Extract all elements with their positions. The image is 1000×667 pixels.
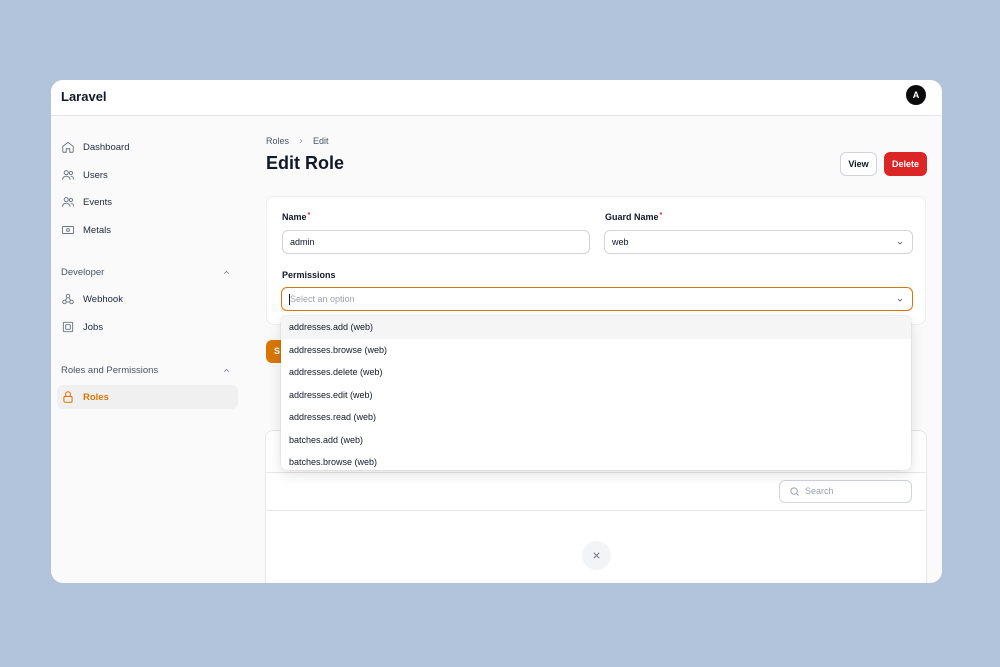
dropdown-option[interactable]: addresses.delete (web) xyxy=(281,361,911,384)
permissions-label: Permissions xyxy=(282,270,336,280)
sidebar-item-label: Jobs xyxy=(83,321,104,333)
dropdown-option[interactable]: addresses.browse (web) xyxy=(281,339,911,362)
cpu-icon xyxy=(61,320,75,334)
avatar[interactable]: A xyxy=(906,85,926,105)
empty-state-icon xyxy=(582,541,611,570)
name-field[interactable]: admin xyxy=(282,230,590,254)
sidebar-item-label: Users xyxy=(83,169,108,181)
dropdown-option[interactable]: addresses.read (web) xyxy=(281,406,911,429)
users-icon xyxy=(61,195,75,209)
permissions-placeholder: Select an option xyxy=(290,294,355,304)
sidebar-item-dashboard[interactable]: Dashboard xyxy=(61,136,129,158)
sidebar-item-users[interactable]: Users xyxy=(61,164,108,186)
nav-group-label: Roles and Permissions xyxy=(61,364,159,376)
chevron-up-icon xyxy=(223,270,230,274)
sidebar-item-label: Roles xyxy=(83,391,109,403)
guard-name-label-text: Guard Name xyxy=(605,212,659,222)
sidebar-item-metals[interactable]: Metals xyxy=(61,219,111,241)
sidebar-item-jobs[interactable]: Jobs xyxy=(61,316,103,338)
name-label-text: Name xyxy=(282,212,307,222)
dropdown-option[interactable]: addresses.add (web) xyxy=(281,316,911,339)
sidebar-item-webhook[interactable]: Webhook xyxy=(61,288,123,310)
chevron-right-icon xyxy=(299,138,303,144)
chevron-down-icon xyxy=(897,241,903,245)
breadcrumb-current: Edit xyxy=(313,136,329,146)
home-icon xyxy=(61,140,75,154)
nav-group-developer[interactable]: Developer xyxy=(61,265,231,279)
app-window: Laravel A Dashboard Users Events Metals … xyxy=(51,80,942,583)
save-button[interactable]: S xyxy=(266,340,282,363)
sidebar-item-label: Dashboard xyxy=(83,141,130,153)
name-value: admin xyxy=(290,237,315,247)
divider xyxy=(265,510,927,511)
breadcrumb-parent[interactable]: Roles xyxy=(266,136,289,146)
sidebar: Dashboard Users Events Metals Developer xyxy=(51,116,251,583)
search-icon xyxy=(790,487,799,496)
dropdown-option[interactable]: addresses.edit (web) xyxy=(281,384,911,407)
lock-icon xyxy=(61,390,75,404)
view-button[interactable]: View xyxy=(840,152,877,176)
sidebar-item-label: Events xyxy=(83,196,113,208)
chevron-down-icon xyxy=(897,298,903,302)
sidebar-item-events[interactable]: Events xyxy=(61,191,112,213)
guard-name-label: Guard Name* xyxy=(605,212,662,222)
sidebar-item-roles[interactable]: Roles xyxy=(61,386,109,408)
divider xyxy=(265,472,927,473)
chevron-up-icon xyxy=(223,368,230,372)
search-placeholder: Search xyxy=(805,486,834,496)
dropdown-option[interactable]: batches.browse (web) xyxy=(281,451,911,470)
users-icon xyxy=(61,168,75,182)
breadcrumb: Roles Edit xyxy=(266,136,329,146)
page-title: Edit Role xyxy=(266,153,345,173)
required-mark: * xyxy=(659,212,663,219)
nav-group-label: Developer xyxy=(61,266,105,278)
top-bar: Laravel A xyxy=(51,80,942,116)
permissions-dropdown: addresses.add (web) addresses.browse (we… xyxy=(281,316,911,470)
webhook-icon xyxy=(61,292,75,306)
close-icon xyxy=(593,552,600,559)
guard-name-value: web xyxy=(612,237,629,247)
dropdown-option[interactable]: batches.add (web) xyxy=(281,429,911,452)
search-input[interactable]: Search xyxy=(779,480,912,503)
permissions-select[interactable]: Select an option xyxy=(281,287,913,311)
guard-name-select[interactable]: web xyxy=(604,230,913,254)
delete-button[interactable]: Delete xyxy=(884,152,927,176)
required-mark: * xyxy=(307,212,311,219)
sidebar-item-label: Webhook xyxy=(83,293,123,305)
name-label: Name* xyxy=(282,212,310,222)
role-form-card: Name* admin Guard Name* web Permissions … xyxy=(266,196,926,325)
brand-logo[interactable]: Laravel xyxy=(61,89,107,104)
banknote-icon xyxy=(61,223,75,237)
nav-group-roles-permissions[interactable]: Roles and Permissions xyxy=(61,363,231,377)
sidebar-item-label: Metals xyxy=(83,224,111,236)
